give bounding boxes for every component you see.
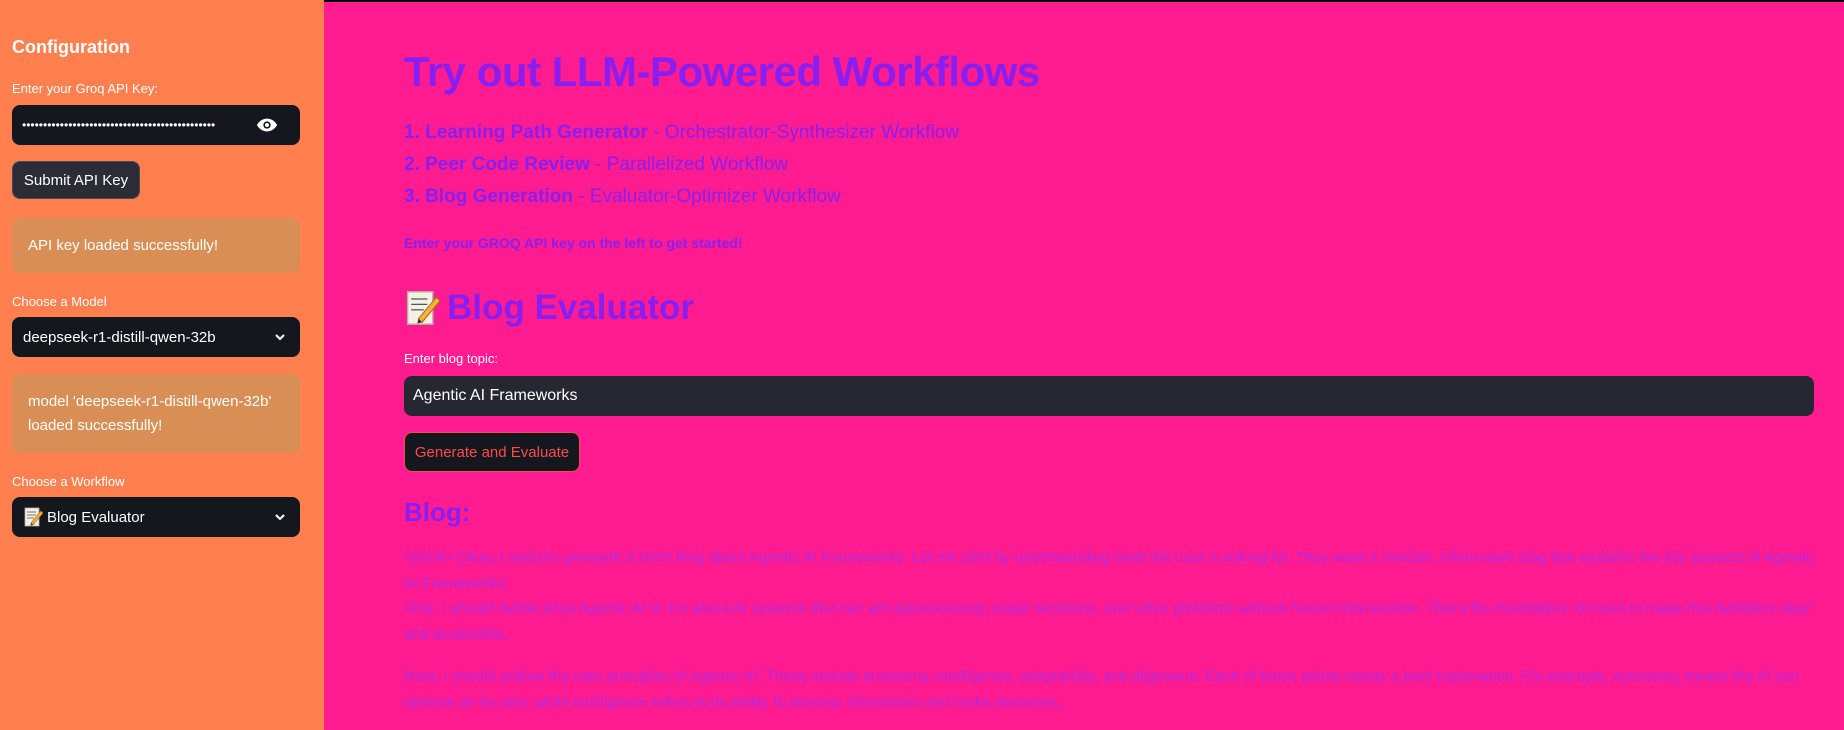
chevron-down-icon bbox=[275, 514, 285, 521]
submit-api-key-button[interactable]: Submit API Key bbox=[12, 161, 140, 199]
workflow-list-item: 1. Learning Path Generator - Orchestrato… bbox=[404, 122, 959, 144]
blog-paragraph: First, I should define what Agentic AI i… bbox=[404, 600, 1812, 643]
topic-input[interactable]: Agentic AI Frameworks bbox=[404, 376, 1814, 416]
workflow-select-value: Blog Evaluator bbox=[47, 508, 145, 526]
workflow-select[interactable]: Blog Evaluator bbox=[12, 497, 300, 537]
blog-paragraph: Next, I should outline the core principl… bbox=[404, 668, 1800, 711]
section-title: Blog Evaluator bbox=[404, 288, 694, 328]
model-success-text: model 'deepseek-r1-distill-qwen-32b' loa… bbox=[28, 392, 272, 434]
sidebar-title: Configuration bbox=[12, 37, 130, 57]
topic-input-value: Agentic AI Frameworks bbox=[413, 387, 578, 404]
model-label: Choose a Model bbox=[12, 294, 107, 309]
sidebar: Configuration Enter your Groq API Key: •… bbox=[0, 0, 324, 730]
blog-heading: Blog: bbox=[404, 497, 471, 527]
model-select-value: deepseek-r1-distill-qwen-32b bbox=[23, 328, 216, 346]
workflow-name: 1. Learning Path Generator bbox=[404, 122, 648, 143]
generate-evaluate-button[interactable]: Generate and Evaluate bbox=[404, 432, 580, 472]
blog-paragraph: <think> Okay, I need to generate a short… bbox=[404, 549, 1814, 592]
workflow-desc: - Evaluator-Optimizer Workflow bbox=[572, 186, 841, 207]
api-success-alert: API key loaded successfully! bbox=[12, 218, 300, 273]
workflow-name: 2. Peer Code Review bbox=[404, 154, 590, 175]
workflow-list-item: 2. Peer Code Review - Parallelized Workf… bbox=[404, 154, 788, 176]
main-content: Try out LLM-Powered Workflows 1. Learnin… bbox=[324, 0, 1844, 730]
api-key-hint: Enter your GROQ API key on the left to g… bbox=[404, 235, 743, 251]
workflow-desc: - Orchestrator-Synthesizer Workflow bbox=[647, 122, 960, 143]
workflow-name: 3. Blog Generation bbox=[404, 186, 573, 207]
api-key-value: ••••••••••••••••••••••••••••••••••••••••… bbox=[22, 118, 216, 132]
workflow-list-item: 3. Blog Generation - Evaluator-Optimizer… bbox=[404, 186, 841, 208]
workflow-desc: - Parallelized Workflow bbox=[589, 154, 789, 175]
memo-icon bbox=[406, 291, 440, 325]
topic-label: Enter blog topic: bbox=[404, 351, 498, 366]
section-title-text: Blog Evaluator bbox=[447, 288, 694, 327]
model-success-alert: model 'deepseek-r1-distill-qwen-32b' loa… bbox=[12, 374, 300, 453]
chevron-down-icon bbox=[275, 334, 285, 341]
memo-icon bbox=[24, 507, 43, 527]
api-key-label: Enter your Groq API Key: bbox=[12, 81, 158, 96]
model-select[interactable]: deepseek-r1-distill-qwen-32b bbox=[12, 317, 300, 357]
api-success-text: API key loaded successfully! bbox=[28, 236, 219, 254]
eye-icon[interactable] bbox=[256, 116, 278, 134]
api-key-input[interactable]: ••••••••••••••••••••••••••••••••••••••••… bbox=[12, 105, 300, 145]
page-title: Try out LLM-Powered Workflows bbox=[404, 48, 1040, 95]
workflow-label: Choose a Workflow bbox=[12, 474, 125, 489]
